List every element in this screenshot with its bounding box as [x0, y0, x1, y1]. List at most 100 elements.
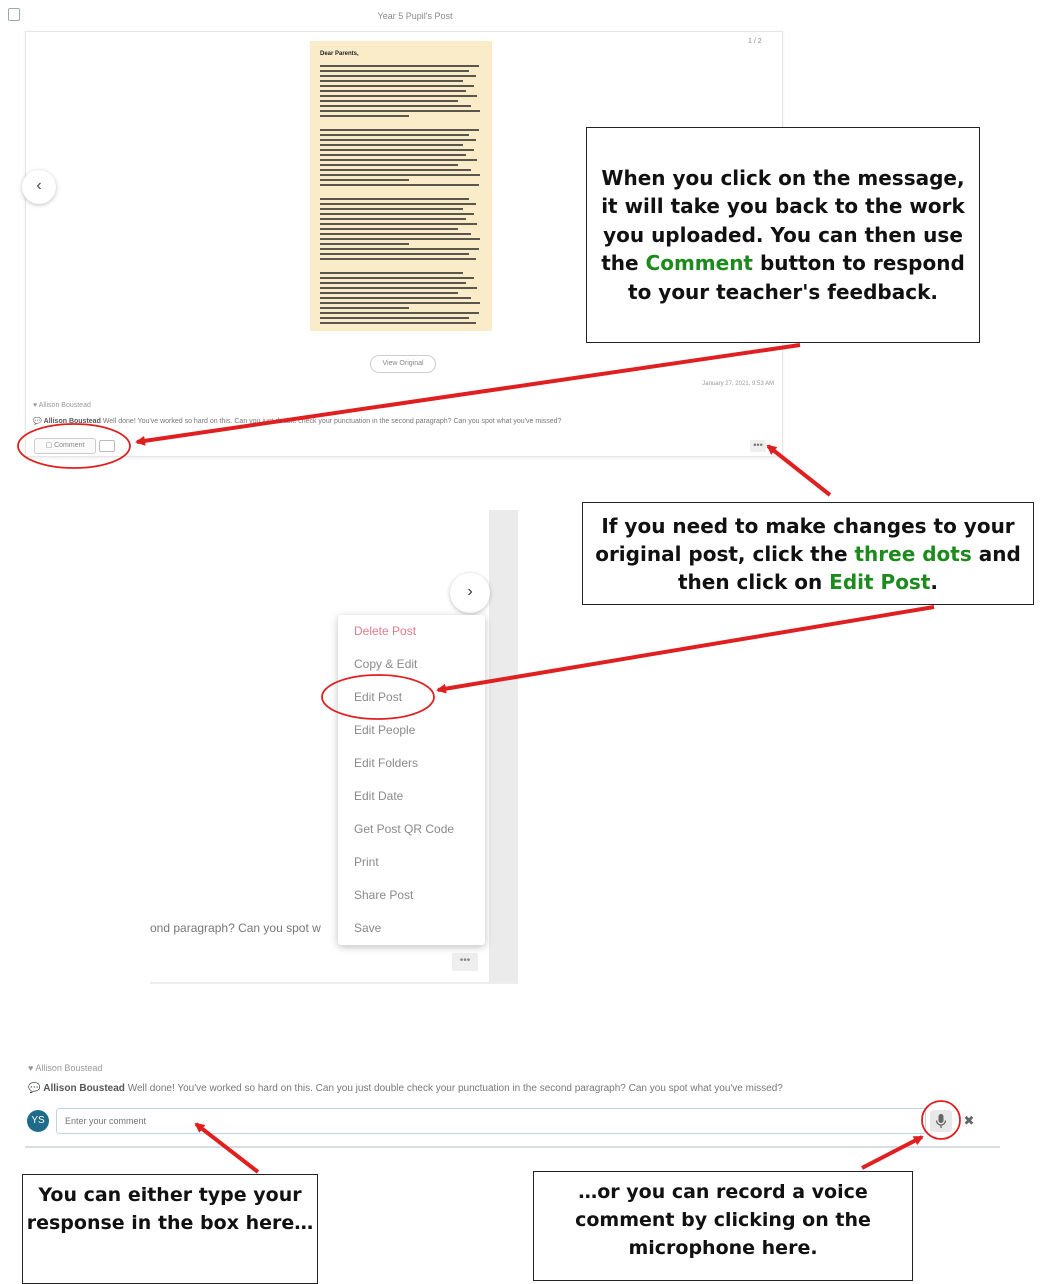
document-text-line: [320, 110, 480, 112]
side-scroll-area[interactable]: [489, 510, 518, 984]
menu-item-edit-post[interactable]: Edit Post: [354, 690, 402, 704]
document-text-line: [320, 169, 471, 171]
speech-bubble-icon: 💬: [28, 1083, 41, 1094]
comment-button[interactable]: ▢ Comment: [34, 438, 96, 454]
document-text-line: [320, 302, 480, 304]
post-title: Year 5 Pupil's Post: [377, 11, 453, 21]
heart-icon[interactable]: ♥: [28, 1063, 33, 1073]
partial-comment-text: ond paragraph? Can you spot w: [150, 921, 321, 935]
comment-author: Allison Boustead: [43, 418, 101, 425]
teacher-comment[interactable]: 💬 Allison Boustead Well done! You've wor…: [33, 417, 773, 425]
like-row: ♥ Allison Boustead: [33, 402, 91, 409]
menu-item-save[interactable]: Save: [354, 921, 381, 935]
next-post-button[interactable]: ›: [450, 573, 490, 613]
callout-voice-comment: …or you can record a voice comment by cl…: [533, 1171, 913, 1281]
three-dots-button[interactable]: •••: [452, 953, 478, 971]
document-text-line: [320, 159, 477, 161]
menu-item-edit-folders[interactable]: Edit Folders: [354, 756, 418, 770]
like-name: Allison Boustead: [35, 1063, 103, 1073]
document-text-line: [320, 282, 466, 284]
document-text-line: [320, 272, 463, 274]
close-icon[interactable]: ✖: [960, 1111, 978, 1131]
document-text-line: [320, 154, 466, 156]
menu-item-copy-edit[interactable]: Copy & Edit: [354, 657, 417, 671]
comment-text: Well done! You've worked so hard on this…: [102, 418, 562, 425]
document-text-line: [320, 65, 479, 67]
comment-button-label: Comment: [54, 442, 85, 449]
arrow-to-microphone: [861, 1135, 924, 1170]
document-text-line: [320, 233, 471, 235]
callout-edit-instructions: If you need to make changes to your orig…: [582, 502, 1034, 605]
chevron-left-icon: ‹: [36, 177, 42, 194]
callout-highlight: three dots: [854, 541, 972, 566]
document-text-line: [320, 218, 466, 220]
document-heading: Dear Parents,: [320, 51, 359, 57]
teacher-comment: 💬 Allison Boustead Well done! You've wor…: [28, 1083, 783, 1094]
panel-divider: [25, 1146, 1000, 1148]
document-text-line: [320, 208, 463, 210]
document-text-line: [320, 80, 463, 82]
document-text-line: [320, 253, 469, 255]
document-text-line: [320, 85, 474, 87]
document-text-line: [320, 317, 469, 319]
document-text-line: [320, 258, 476, 260]
post-options-menu: Delete Post Copy & Edit Edit Post Edit P…: [338, 615, 485, 945]
menu-item-edit-people[interactable]: Edit People: [354, 723, 415, 737]
document-text-line: [320, 213, 474, 215]
document-text-line: [320, 105, 471, 107]
document-text-line: [320, 75, 476, 77]
page-count: 1 / 2: [748, 38, 762, 45]
callout-highlight: Comment: [645, 251, 753, 276]
document-text-line: [320, 203, 476, 205]
comment-input[interactable]: [56, 1108, 926, 1134]
callout-type-response: You can either type your response in the…: [22, 1174, 318, 1284]
callout-highlight: Edit Post: [829, 569, 931, 594]
menu-item-print[interactable]: Print: [354, 855, 379, 869]
document-text-line: [320, 100, 458, 102]
document-text-line: [320, 307, 409, 309]
document-text-line: [320, 277, 474, 279]
menu-item-delete-post[interactable]: Delete Post: [354, 624, 416, 638]
like-name: Allison Boustead: [38, 402, 91, 409]
document-text-line: [320, 292, 458, 294]
view-original-button[interactable]: View Original: [370, 355, 436, 373]
post-timestamp: January 27, 2021, 9:53 AM: [702, 381, 774, 387]
document-text-line: [320, 297, 471, 299]
document-text-line: [320, 248, 479, 250]
attachment-icon[interactable]: [99, 440, 115, 452]
callout-text: .: [930, 569, 939, 594]
document-text-line: [320, 223, 477, 225]
document-text-line: [320, 198, 469, 200]
callout-comment-instructions: When you click on the message, it will t…: [586, 127, 980, 343]
menu-item-edit-date[interactable]: Edit Date: [354, 789, 403, 803]
comment-text: Well done! You've worked so hard on this…: [127, 1083, 783, 1094]
three-dots-button[interactable]: •••: [750, 440, 766, 452]
document-text-line: [320, 70, 469, 72]
document-text-line: [320, 312, 479, 314]
comment-author: Allison Boustead: [43, 1083, 125, 1094]
document-text-line: [320, 139, 476, 141]
document-text-line: [320, 134, 469, 136]
document-text-line: [320, 164, 458, 166]
document-text-line: [320, 322, 476, 324]
like-row: ♥ Allison Boustead: [28, 1063, 102, 1073]
heart-icon[interactable]: ♥: [33, 402, 37, 409]
document-text-line: [320, 228, 458, 230]
microphone-icon: [935, 1114, 947, 1128]
document-text-line: [320, 129, 479, 131]
chevron-right-icon: ›: [467, 583, 473, 600]
document-text-line: [320, 144, 463, 146]
document-text-line: [320, 243, 409, 245]
uploaded-document-image[interactable]: Dear Parents,: [310, 41, 492, 331]
document-text-line: [320, 149, 474, 151]
avatar: YS: [27, 1110, 49, 1132]
document-text-line: [320, 287, 477, 289]
speech-bubble-icon: ▢: [45, 442, 53, 449]
previous-post-button[interactable]: ‹: [22, 170, 56, 204]
document-text-line: [320, 115, 409, 117]
menu-item-get-qr-code[interactable]: Get Post QR Code: [354, 822, 454, 836]
document-text-line: [320, 238, 480, 240]
microphone-button[interactable]: [930, 1110, 952, 1132]
document-text-line: [320, 184, 479, 186]
menu-item-share-post[interactable]: Share Post: [354, 888, 413, 902]
